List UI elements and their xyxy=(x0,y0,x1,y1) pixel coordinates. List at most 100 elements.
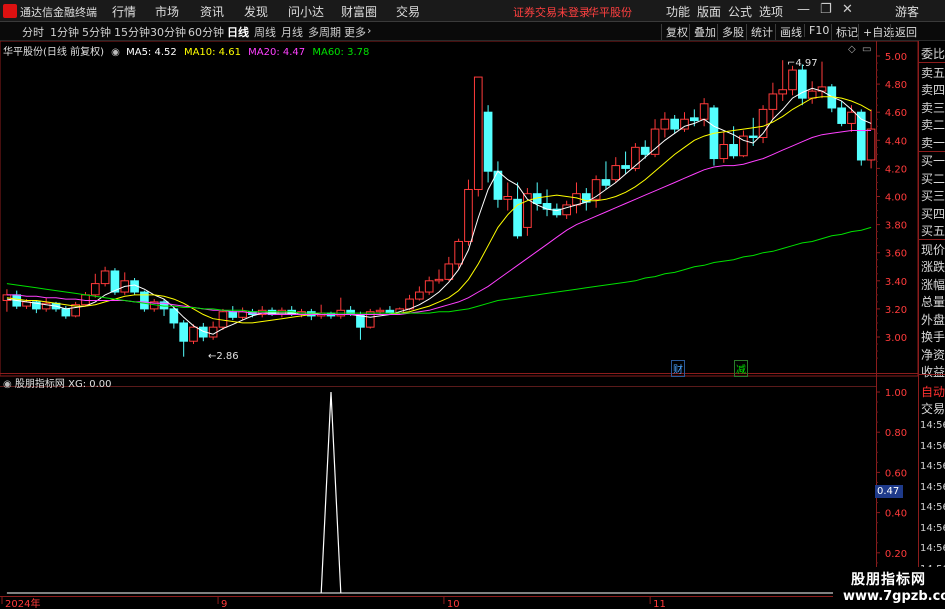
xg-spike xyxy=(320,391,342,594)
quote-label: 卖四 xyxy=(921,83,945,97)
candle-up xyxy=(660,118,670,130)
chart-grid xyxy=(0,41,918,600)
app-logo-icon xyxy=(3,4,17,18)
tab-60min[interactable]: 60分钟 xyxy=(188,24,224,40)
app-title: 通达信金融终端 xyxy=(20,6,97,19)
quote-label: 涨跌 xyxy=(921,260,945,274)
quote-label: 现价 xyxy=(921,242,945,257)
quote-label: 收益 xyxy=(921,365,945,379)
tab-intraday[interactable]: 分时 xyxy=(22,24,44,40)
adjust-button[interactable]: 复权 xyxy=(661,24,688,40)
guest-user[interactable]: 游客 xyxy=(895,3,919,20)
menu-wealth-circle[interactable]: 财富圈 xyxy=(341,3,377,20)
quote-label: 卖二 xyxy=(921,118,945,132)
quote-label: 净资 xyxy=(921,347,945,362)
candle-up xyxy=(208,326,218,338)
ma5-line xyxy=(6,87,872,335)
low-price-label: ←2.86 xyxy=(208,351,239,362)
statistics-button[interactable]: 统计 xyxy=(746,24,773,40)
xg-tick-label: 0.20 xyxy=(885,549,907,560)
menu-discover[interactable]: 发现 xyxy=(244,3,268,20)
minimize-icon[interactable]: — xyxy=(797,2,810,17)
tab-daily[interactable]: 日线 xyxy=(227,24,249,40)
menu-ask[interactable]: 问小达 xyxy=(288,3,324,20)
close-icon[interactable]: ✕ xyxy=(842,2,853,17)
tab-15min[interactable]: 15分钟 xyxy=(114,24,150,40)
tab-1min[interactable]: 1分钟 xyxy=(50,24,79,40)
tab-multi-period[interactable]: 多周期 xyxy=(308,24,341,40)
candle-up xyxy=(611,165,621,181)
candle-up xyxy=(424,280,434,293)
tab-5min[interactable]: 5分钟 xyxy=(82,24,111,40)
tab-30min[interactable]: 30分钟 xyxy=(150,24,186,40)
candle-up xyxy=(562,204,571,216)
more-chevron-icon[interactable]: › xyxy=(367,24,371,37)
tab-monthly[interactable]: 月线 xyxy=(281,24,303,40)
quote-label: 卖三 xyxy=(921,100,945,115)
quote-separator xyxy=(919,374,945,375)
site-watermark: 股朋指标网 www.7gpzb.com xyxy=(833,567,945,609)
reduce-holdings-marker[interactable]: 减 xyxy=(734,360,748,377)
candle-up xyxy=(415,291,424,300)
ma10-label: MA10: 4.61 xyxy=(183,47,241,58)
time-tick-label: 9 xyxy=(221,599,227,609)
auto-trade-toggle[interactable]: 自动 xyxy=(921,383,945,400)
tick-time: 14:56 xyxy=(920,543,945,554)
quote-label: 总量 xyxy=(921,295,945,309)
menu-trade[interactable]: 交易 xyxy=(396,3,420,20)
f10-button[interactable]: F10 xyxy=(804,24,829,37)
mark-button[interactable]: 标记 xyxy=(831,24,858,40)
restore-icon[interactable]: ❐ xyxy=(820,2,832,17)
candle-up xyxy=(464,188,473,242)
candle-up xyxy=(699,103,709,120)
menu-formula[interactable]: 公式 xyxy=(728,3,752,20)
legend-settings-icon[interactable]: ◉ xyxy=(111,47,120,58)
watermark-url: www.7gpzb.com xyxy=(843,589,945,604)
trade-login-warning[interactable]: 证券交易未登录 xyxy=(513,4,590,20)
quote-panel: 委比 卖五 卖四 卖三 卖二 卖一 买一 买二 买三 买四 买五 现价 涨跌 涨幅 总量 外盘 换手 净资 收益 自动… xyxy=(918,41,945,609)
tick-time: 14:56 xyxy=(920,522,945,534)
menu-market-quote[interactable]: 行情 xyxy=(112,3,136,20)
candle-down xyxy=(110,270,120,293)
candle-up xyxy=(444,263,454,280)
menu-market[interactable]: 市场 xyxy=(155,3,179,20)
menu-options[interactable]: 选项 xyxy=(759,3,783,20)
multi-stock-button[interactable]: 多股 xyxy=(717,24,744,40)
candle-down xyxy=(483,111,493,172)
quote-label: 买四 xyxy=(921,206,945,221)
candle-up xyxy=(866,128,876,161)
candle-up xyxy=(473,76,483,190)
diamond-icon[interactable]: ◇ xyxy=(848,44,856,55)
overlay-button[interactable]: 叠加 xyxy=(689,24,716,40)
tab-more[interactable]: 更多 xyxy=(344,24,366,40)
candle-up xyxy=(375,309,385,313)
candle-up xyxy=(778,89,788,95)
menu-news[interactable]: 资讯 xyxy=(200,3,224,20)
menu-functions[interactable]: 功能 xyxy=(666,3,690,20)
candle-down xyxy=(346,309,355,316)
candle-up xyxy=(788,69,797,91)
candle-down xyxy=(670,118,680,130)
candle-up xyxy=(189,326,198,342)
candle-down xyxy=(837,107,846,124)
menu-layout[interactable]: 版面 xyxy=(697,3,721,20)
cursor-value-tag: 0.47 xyxy=(875,485,904,498)
finance-marker[interactable]: 财 xyxy=(671,360,685,377)
price-tick-label: 4.80 xyxy=(885,80,907,91)
candle-down xyxy=(729,144,738,157)
back-button[interactable]: 返回 xyxy=(890,24,917,40)
sub-legend-settings-icon[interactable]: ◉ xyxy=(3,379,12,390)
price-tick-label: 5.00 xyxy=(885,52,907,63)
chart-area[interactable]: 5.00 4.80 4.60 4.40 4.20 4.00 3.80 3.60 3.40 3.20… xyxy=(0,41,918,609)
tab-weekly[interactable]: 周线 xyxy=(254,24,276,40)
candle-down xyxy=(621,165,630,169)
price-tick-label: 3.20 xyxy=(885,305,907,316)
quote-label: 买一 xyxy=(921,154,945,168)
collapse-icon[interactable]: ▭ xyxy=(862,44,871,55)
tick-time: 14:56 xyxy=(920,481,945,493)
xg-tick-label: 0.80 xyxy=(885,428,907,439)
quote-label: 卖五 xyxy=(921,65,945,80)
draw-line-button[interactable]: 画线 xyxy=(775,24,802,40)
add-watchlist-button[interactable]: +自选 xyxy=(858,24,894,40)
ma20-label: MA20: 4.47 xyxy=(248,47,306,58)
